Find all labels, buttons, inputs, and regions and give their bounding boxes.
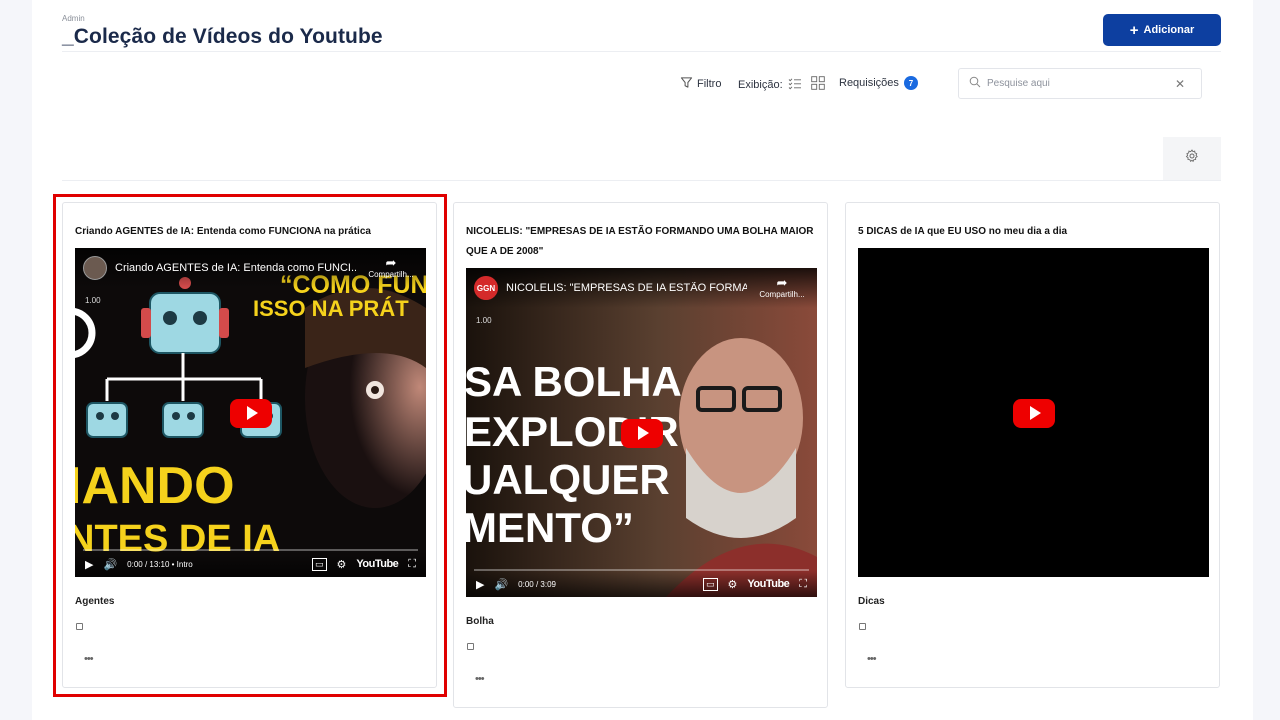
- settings-button[interactable]: [1163, 137, 1221, 180]
- play-button[interactable]: [229, 398, 272, 428]
- gear-icon[interactable]: ⚙: [728, 578, 738, 591]
- clear-search-icon[interactable]: ✕: [1175, 77, 1185, 91]
- select-checkbox[interactable]: [76, 623, 83, 630]
- section-divider: [62, 180, 1221, 181]
- video-controls: ▶ 🔊 0:00 / 3:09 ▭ ⚙ YouTube ⛶: [466, 571, 817, 597]
- filter-button[interactable]: Filtro: [680, 76, 721, 92]
- card-title: Criando AGENTES de IA: Entenda como FUNC…: [75, 226, 371, 237]
- play-button[interactable]: [1012, 398, 1055, 428]
- video-header: GGN NICOLELIS: "EMPRESAS DE IA ESTÃO FOR…: [466, 268, 817, 308]
- fullscreen-icon[interactable]: ⛶: [799, 578, 807, 591]
- thumbnail-text: UALQUER: [466, 456, 670, 503]
- add-button-label: Adicionar: [1143, 24, 1195, 36]
- fullscreen-icon[interactable]: ⛶: [408, 558, 416, 571]
- search-box: ✕: [958, 68, 1202, 99]
- thumbnail-text: IANDO: [75, 457, 235, 515]
- card-title: NICOLELIS: "EMPRESAS DE IA ESTÃO FORMAND…: [466, 226, 814, 257]
- funnel-icon: [680, 76, 693, 92]
- page-title: _Coleção de Vídeos do Youtube: [62, 25, 383, 48]
- grid-view-icon[interactable]: [810, 76, 825, 93]
- video-card: 5 DICAS de IA que EU USO no meu dia a di…: [845, 202, 1220, 688]
- play-button[interactable]: [620, 418, 663, 448]
- requests-button[interactable]: Requisições 7: [839, 76, 918, 90]
- share-button[interactable]: ➦ Compartilh...: [364, 256, 418, 279]
- video-controls: ▶ 🔊 0:00 / 13:10 • Intro ▭ ⚙ YouTube ⛶: [75, 551, 426, 577]
- channel-avatar[interactable]: [83, 256, 107, 280]
- video-player[interactable]: “COMO FUNC ISSO NA PRÁT IANDO NTES DE IA…: [75, 248, 426, 577]
- volume-icon[interactable]: 🔊: [103, 558, 117, 571]
- more-options-icon[interactable]: •••: [475, 673, 485, 685]
- page-gutter: [1253, 0, 1280, 720]
- add-button[interactable]: + Adicionar: [1103, 14, 1221, 46]
- list-view-icon[interactable]: [788, 77, 802, 93]
- playback-speed: 1.00: [85, 296, 101, 305]
- youtube-logo[interactable]: YouTube: [356, 558, 398, 570]
- captions-icon[interactable]: ▭: [702, 577, 718, 591]
- youtube-logo[interactable]: YouTube: [747, 578, 789, 590]
- plus-icon: +: [1129, 21, 1139, 39]
- share-icon: ➦: [776, 275, 788, 291]
- view-selector: Exibição:: [738, 76, 825, 93]
- breadcrumb[interactable]: Admin: [62, 14, 85, 23]
- video-player[interactable]: [858, 248, 1209, 577]
- more-options-icon[interactable]: •••: [867, 653, 877, 665]
- gear-icon: [1185, 149, 1199, 168]
- captions-icon[interactable]: ▭: [311, 557, 327, 571]
- select-checkbox[interactable]: [859, 623, 866, 630]
- video-card: Criando AGENTES de IA: Entenda como FUNC…: [62, 202, 437, 688]
- play-icon[interactable]: ▶: [476, 578, 484, 591]
- video-header: Criando AGENTES de IA: Entenda como FUNC…: [75, 248, 426, 288]
- share-label: Compartilh...: [368, 269, 414, 279]
- gear-icon[interactable]: ⚙: [337, 558, 347, 571]
- card-tag: Agentes: [75, 596, 115, 607]
- select-checkbox[interactable]: [467, 643, 474, 650]
- channel-avatar[interactable]: GGN: [474, 276, 498, 300]
- thumbnail-text: SA BOLHA: [466, 358, 682, 405]
- card-tag: Bolha: [466, 616, 494, 627]
- card-title: 5 DICAS de IA que EU USO no meu dia a di…: [858, 226, 1068, 237]
- video-player[interactable]: SA BOLHA EXPLODIR UALQUER MENTO” GGN NIC…: [466, 268, 817, 597]
- video-title[interactable]: Criando AGENTES de IA: Entenda como FUNC…: [115, 262, 356, 274]
- thumbnail-text: ISSO NA PRÁT: [253, 296, 409, 321]
- search-icon: [969, 75, 981, 93]
- requests-count-badge: 7: [903, 76, 918, 90]
- playback-speed: 1.00: [476, 316, 492, 325]
- share-button[interactable]: ➦ Compartilh...: [755, 276, 809, 299]
- more-options-icon[interactable]: •••: [84, 653, 94, 665]
- share-label: Compartilh...: [759, 289, 805, 299]
- requests-label: Requisições: [839, 77, 899, 89]
- view-label: Exibição:: [738, 78, 783, 91]
- video-time: 0:00 / 13:10 • Intro: [127, 559, 193, 569]
- video-time: 0:00 / 3:09: [518, 579, 556, 589]
- header-divider: [62, 51, 1221, 52]
- thumbnail-text: MENTO”: [466, 504, 634, 551]
- filter-label: Filtro: [697, 78, 722, 90]
- volume-icon[interactable]: 🔊: [494, 578, 508, 591]
- video-card: NICOLELIS: "EMPRESAS DE IA ESTÃO FORMAND…: [453, 202, 828, 708]
- search-input[interactable]: [987, 78, 1169, 89]
- share-icon: ➦: [385, 255, 397, 271]
- card-tag: Dicas: [858, 596, 885, 607]
- video-title[interactable]: NICOLELIS: "EMPRESAS DE IA ESTÃO FORMA..…: [506, 282, 747, 294]
- play-icon[interactable]: ▶: [85, 558, 93, 571]
